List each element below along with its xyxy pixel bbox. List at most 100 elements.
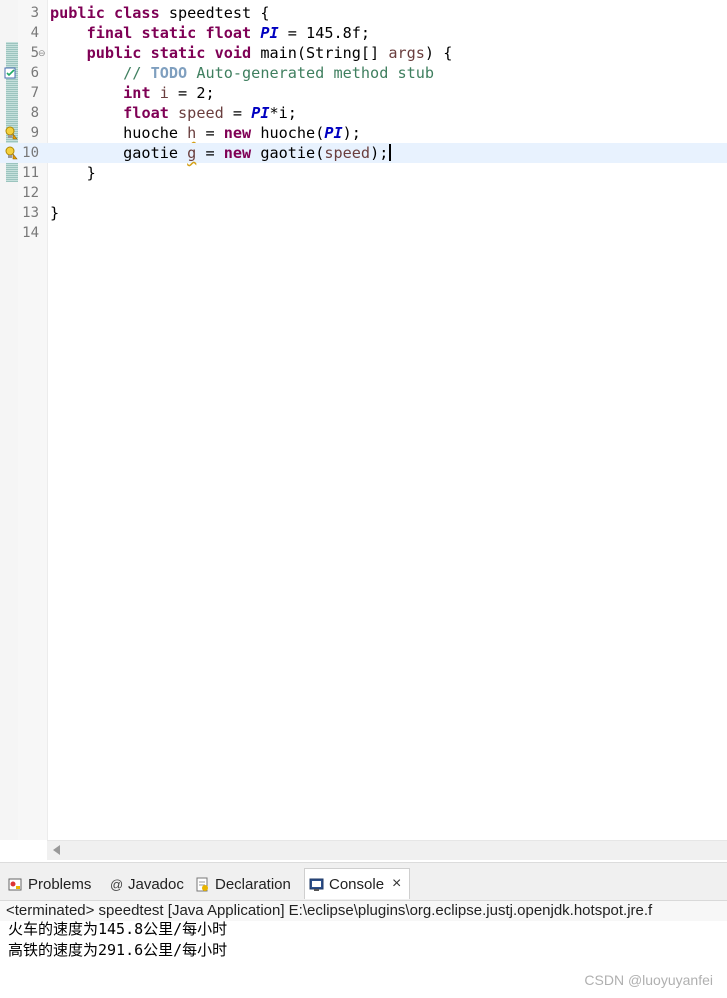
console-panel: Problems @ Javadoc Declaration Console ×… [0,862,727,998]
line-number: 7 [30,85,39,101]
line-number: 9 [30,125,39,141]
text-caret [389,144,391,161]
code-token: } [50,164,96,182]
code-token: int [123,84,151,102]
console-status-line: <terminated> speedtest [Java Application… [0,901,727,921]
code-line[interactable]: 12 [0,183,727,203]
tab-console[interactable]: Console × [304,868,411,899]
code-token: public class [50,4,160,22]
code-token: g [187,144,197,162]
code-line[interactable]: 4 final static float PI = 145.8f; [0,23,727,43]
code-token: public static void [86,44,252,62]
code-token: TODO [150,64,188,82]
code-line[interactable]: 3 public class speedtest { [0,3,727,23]
task-marker-icon[interactable] [4,66,18,80]
tab-declaration[interactable]: Declaration [195,869,291,899]
code-text: huoche h = new huoche(PI); [50,123,361,143]
warning-lightbulb-icon[interactable] [4,126,18,140]
code-token: *i; [269,104,297,122]
code-token: gaotie [50,144,188,162]
line-number: 5 [30,45,39,61]
code-token: ); [370,144,389,162]
code-line[interactable]: 6 // TODO Auto-generated method stub [0,63,727,83]
code-token: = 2; [168,84,215,102]
code-token: PI [251,104,270,122]
code-line[interactable]: 7 int i = 2; [0,83,727,103]
code-token: speed [324,144,371,162]
code-text: gaotie g = new gaotie(speed); [50,143,391,163]
console-icon [309,877,324,892]
line-number: 11 [22,165,39,181]
code-line[interactable]: 8 float speed = PI*i; [0,103,727,123]
code-token: i [159,84,169,102]
code-token: huoche [50,124,188,142]
code-token: new [223,124,252,142]
line-number: 8 [30,105,39,121]
line-number: 3 [30,5,39,21]
code-token: ) { [424,44,453,62]
code-token: Auto-generated method stub [187,64,435,82]
line-number: 4 [30,25,39,41]
scroll-left-icon[interactable] [53,845,60,855]
code-editor[interactable]: 3 public class speedtest {4 final static … [0,0,727,860]
code-text: final static float PI = 145.8f; [50,23,370,43]
code-token: // [123,64,151,82]
code-token: gaotie( [251,144,325,162]
tab-javadoc[interactable]: @ Javadoc [110,869,184,899]
code-token: float [123,104,169,122]
code-line[interactable]: 10 gaotie g = new gaotie(speed); [0,143,727,163]
code-token: huoche( [251,124,325,142]
code-token: = [196,124,224,142]
warning-lightbulb-icon[interactable] [4,146,18,160]
code-text: public static void main(String[] args) { [50,43,453,63]
line-number: 12 [22,185,39,201]
code-text: } [50,203,59,223]
code-text: } [50,163,96,183]
code-token: ); [342,124,361,142]
code-token: main(String[] [251,44,389,62]
at-sign-icon: @ [110,876,124,892]
code-token: = 145.8f; [278,24,371,42]
code-line[interactable]: 13} [0,203,727,223]
code-token: h [187,124,197,142]
line-number: 10 [22,145,39,161]
tab-console-label: Console [329,875,385,893]
tab-problems[interactable]: Problems [8,869,91,899]
tab-declaration-label: Declaration [215,875,291,893]
code-line[interactable]: 14 [0,223,727,243]
tab-problems-label: Problems [28,875,92,893]
code-token: = [196,144,224,162]
code-text: // TODO Auto-generated method stub [50,63,434,83]
problems-icon [8,877,23,892]
close-icon[interactable]: × [392,875,401,893]
code-token: final static float [86,24,252,42]
code-line[interactable]: 11 } [0,163,727,183]
code-token: PI [260,24,279,42]
code-text: public class speedtest { [50,3,269,23]
code-token: args [388,44,425,62]
code-text: int i = 2; [50,83,215,103]
line-number: 14 [22,225,39,241]
declaration-icon [195,877,210,892]
line-number: 6 [30,65,39,81]
horizontal-scrollbar[interactable] [47,840,727,860]
code-token: speedtest { [159,4,270,22]
fold-collapse-icon[interactable]: ⊖ [38,43,46,63]
code-token: speed [178,104,224,122]
code-text: float speed = PI*i; [50,103,297,123]
code-line[interactable]: 9 huoche h = new huoche(PI); [0,123,727,143]
line-number: 13 [22,205,39,221]
code-token: new [223,144,252,162]
tab-javadoc-label: Javadoc [128,875,184,893]
watermark: CSDN @luoyuyanfei [584,972,713,988]
console-output-line: 火车的速度为145.8公里/每小时 [8,920,228,938]
code-line[interactable]: 5 ⊖ public static void main(String[] args… [0,43,727,63]
